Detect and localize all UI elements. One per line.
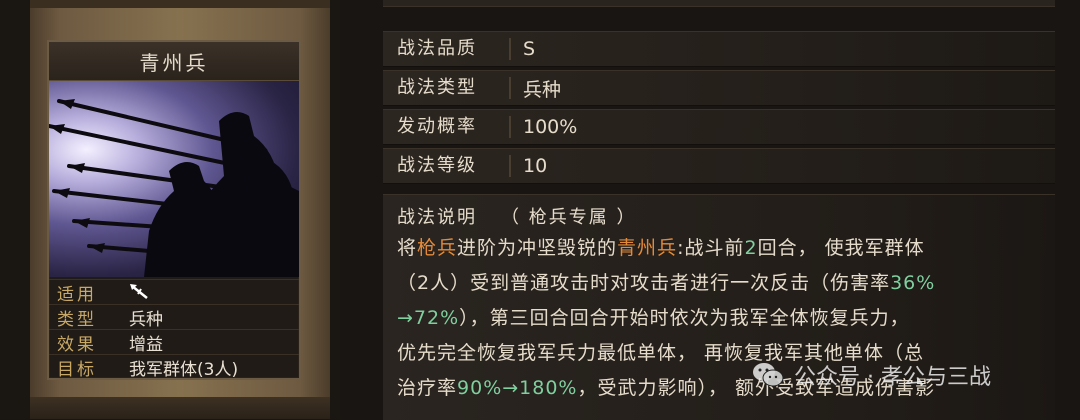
card-title: 青州兵 [49,42,299,81]
desc-highlight-unit: 枪兵 [417,237,458,259]
desc-text: 将 [397,237,418,259]
description-line-2: （2人）受到普通攻击时对攻击者进行一次反击（伤害率36% [397,268,935,295]
attr-row-target: 目标 我军群体(3人) [49,354,299,380]
info-value: S [523,38,536,60]
info-key: 战法等级 [383,155,511,177]
spear-icon [119,283,151,301]
desc-text: :战斗前 [677,237,745,259]
tactic-card: 青州兵 适用 类型 兵种 效果 增益 目标 我军群体(3人) [47,40,301,380]
attr-value: 我军群体(3人) [129,359,239,380]
desc-text: （2人）受到普通攻击时对攻击者进行一次反击（伤害率 [397,272,891,294]
info-row-probability: 发动概率 100% [383,109,1055,145]
spearmen-illustration [49,99,299,277]
desc-text: 回合， 使我军群体 [757,237,925,259]
description-heading: 战法说明 （ 枪兵专属 ） [397,203,636,229]
desc-highlight-unit: 青州兵 [617,237,678,259]
attr-row-type: 类型 兵种 [49,304,299,330]
attr-value: 增益 [129,334,163,355]
info-row-quality: 战法品质 S [383,31,1055,67]
card-attributes: 适用 类型 兵种 效果 增益 目标 我军群体(3人) [49,277,299,380]
info-row-type: 战法类型 兵种 [383,70,1055,106]
desc-highlight-number: 2 [744,237,758,259]
desc-highlight-number: →72% [397,307,460,329]
info-value: 10 [523,155,548,177]
attr-key: 适用 [57,284,97,305]
description-line-3: →72%），第三回合回合开始时依次为我军全体恢复兵力， [397,303,910,330]
desc-text: 进阶为冲坚毁锐的 [457,237,618,259]
watermark: 公众号 · 孝公与三战 [752,358,991,392]
card-artwork [49,81,299,277]
attr-value: 兵种 [129,309,163,330]
watermark-text: 公众号 · 孝公与三战 [794,365,991,390]
info-key: 战法类型 [383,77,511,99]
tactic-info-panel: 战法品质 S 战法类型 兵种 发动概率 100% 战法等级 10 战法说明 （ 枪… [383,0,1055,420]
desc-highlight-number: 36% [890,272,936,294]
info-value: 兵种 [523,78,562,101]
attr-row-applicable: 适用 [49,279,299,305]
info-row-level: 战法等级 10 [383,148,1055,184]
desc-highlight-number: 90%→180% [457,377,578,399]
desc-text: ），第三回合回合开始时依次为我军全体恢复兵力， [459,307,910,329]
attr-row-effect: 效果 增益 [49,329,299,355]
attr-key: 类型 [57,309,97,330]
attr-key: 目标 [57,359,97,380]
panel-top-edge [383,0,1055,7]
info-key: 战法品质 [383,38,511,60]
info-key: 发动概率 [383,116,511,138]
description-line-1: 将枪兵进阶为冲坚毁锐的青州兵:战斗前2回合， 使我军群体 [397,233,925,260]
info-value: 100% [523,116,578,138]
wechat-icon [753,363,784,387]
attr-key: 效果 [57,334,97,355]
description-label: 战法说明 [397,207,477,228]
description-note: （ 枪兵专属 ） [501,207,637,228]
desc-text: 治疗率 [397,377,458,399]
